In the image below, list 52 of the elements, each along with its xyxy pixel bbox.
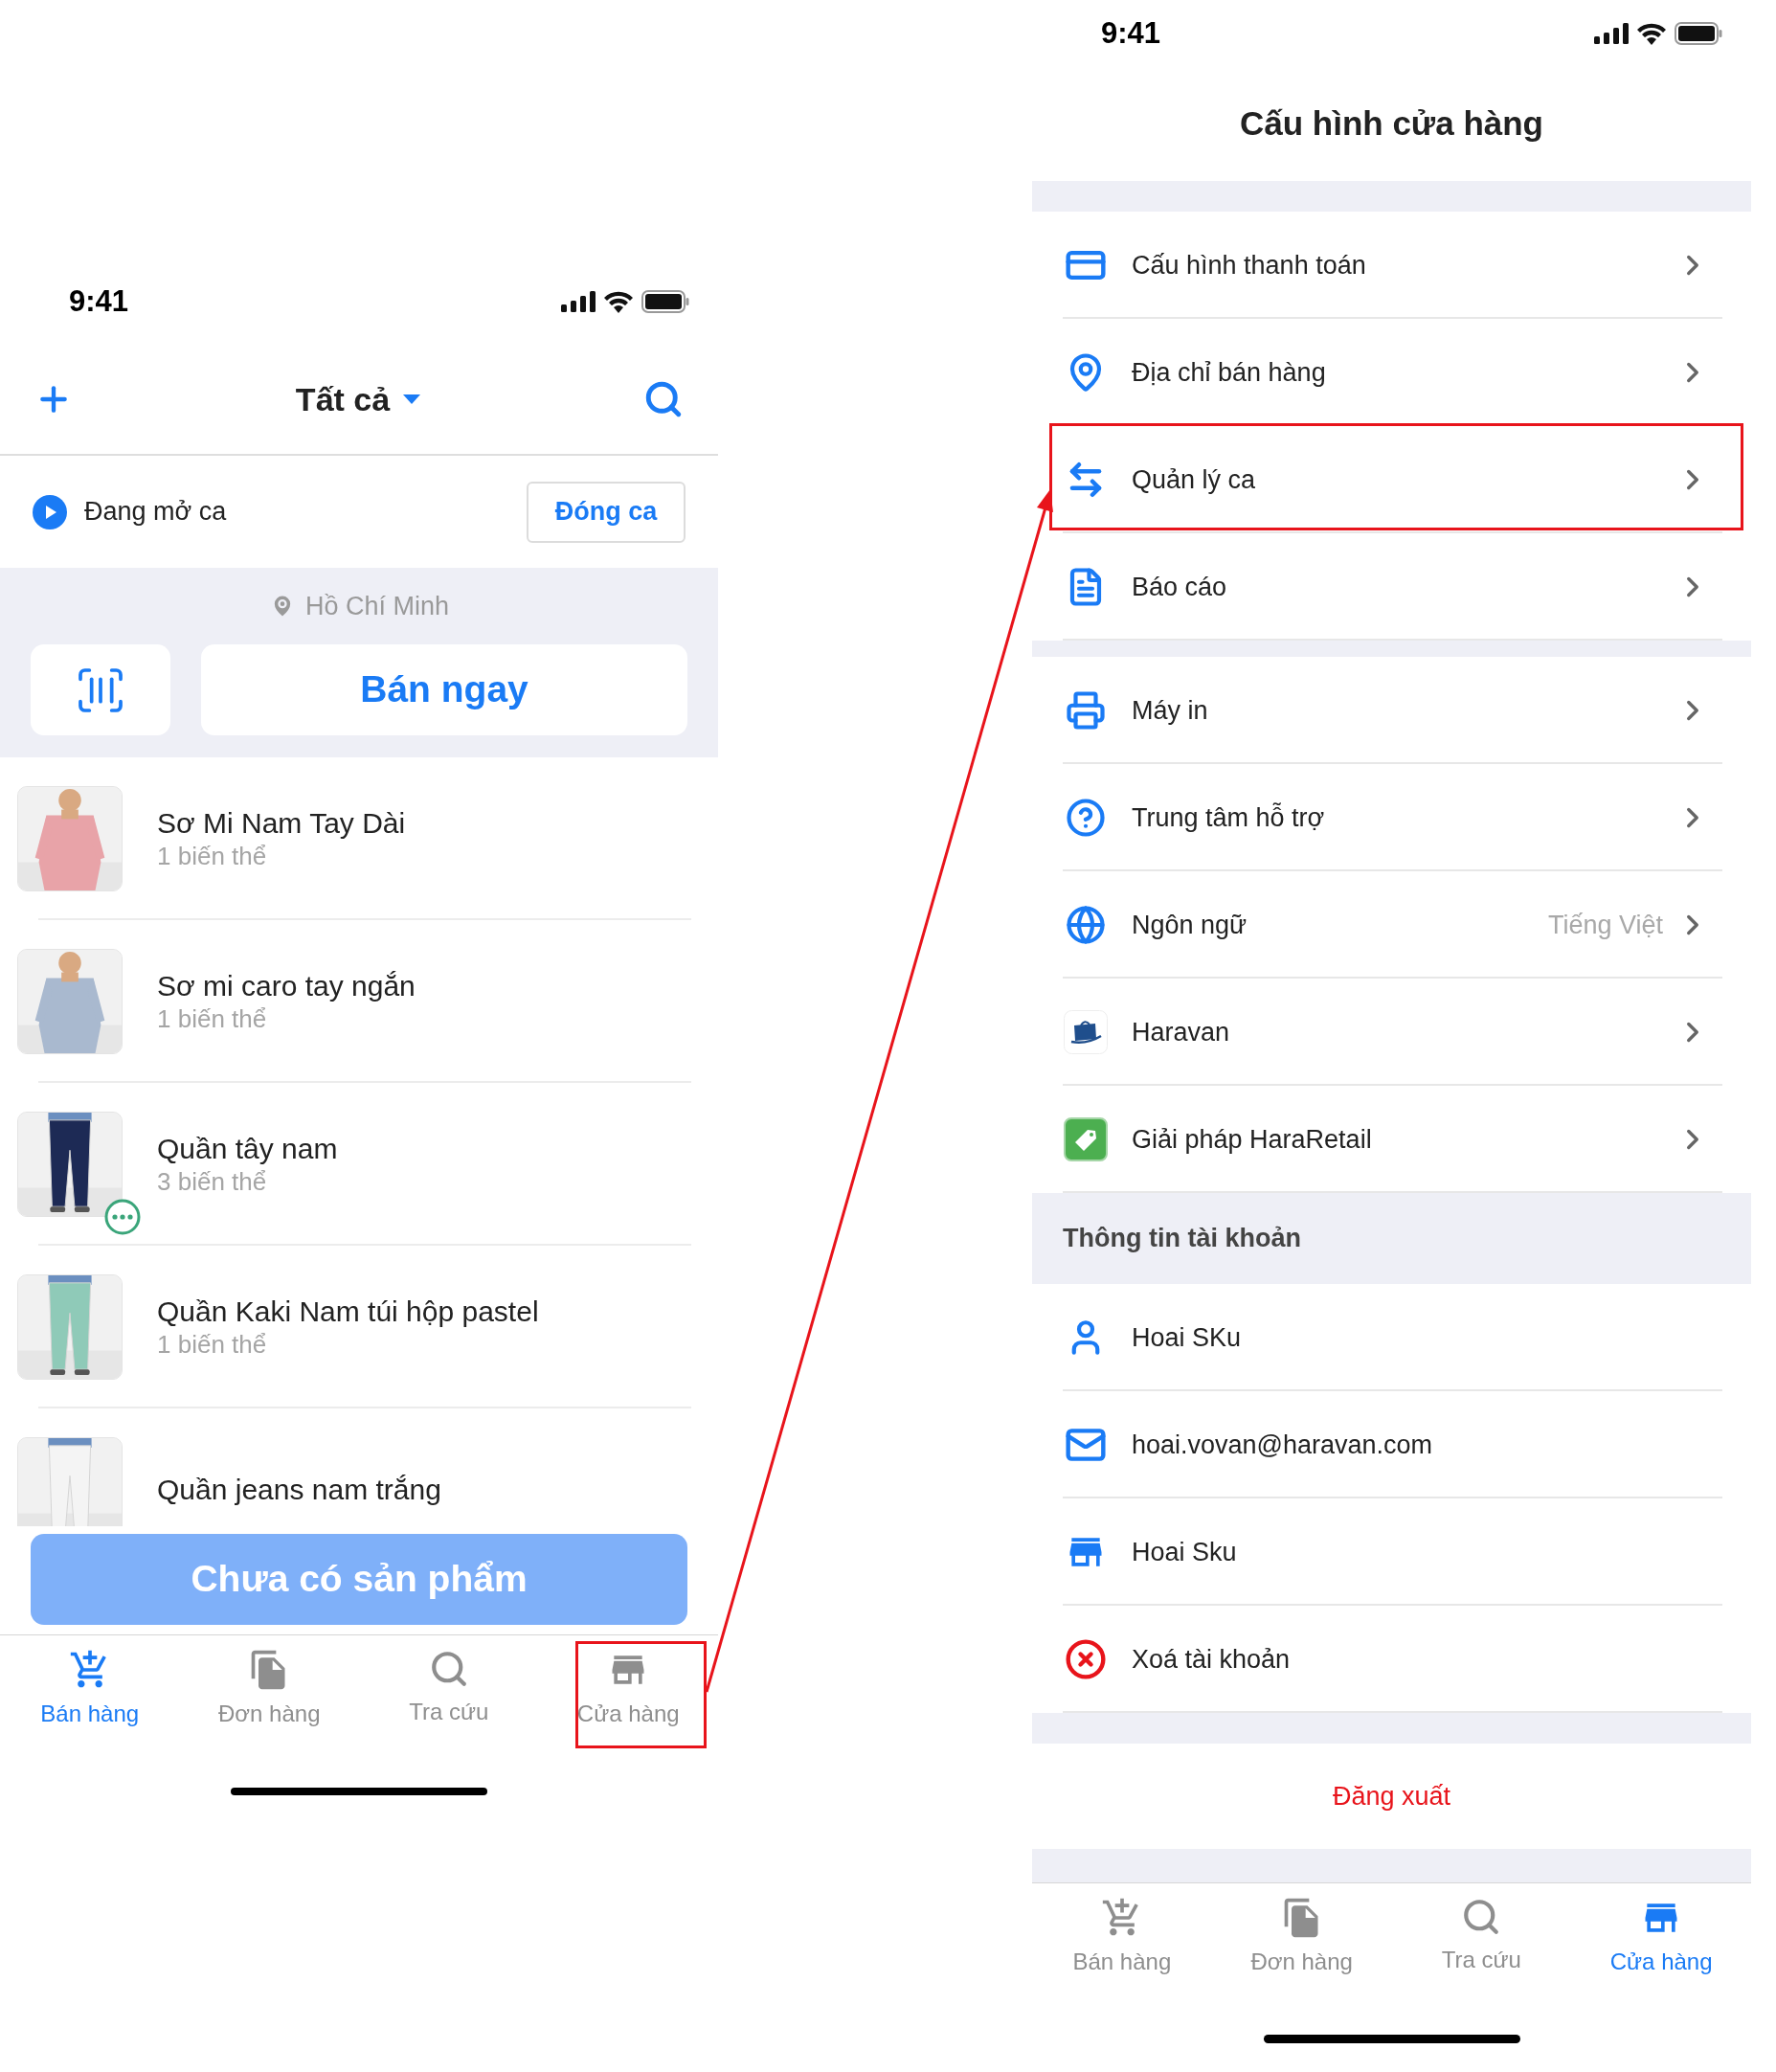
wifi-icon	[1636, 22, 1667, 45]
sell-now-button[interactable]: Bán ngay	[201, 644, 687, 735]
shopping-bag-logo-icon	[1064, 1010, 1108, 1054]
logout-button[interactable]: Đăng xuất	[1332, 1776, 1451, 1816]
settings-label[interactable]: Haravan	[1132, 1012, 1230, 1052]
settings-label[interactable]: Máy in	[1132, 690, 1208, 731]
settings-label[interactable]: Xoá tài khoản	[1132, 1639, 1291, 1679]
settings-label[interactable]: Địa chỉ bán hàng	[1132, 352, 1326, 393]
product-name: Quần tây nam	[157, 1132, 338, 1166]
status-time: 9:41	[1101, 14, 1161, 52]
close-shift-button[interactable]: Đóng ca	[527, 481, 686, 543]
tab-bar-item[interactable]: Cửa hàng	[1571, 1883, 1751, 2008]
variant-count: 1 biến thể	[157, 1003, 268, 1034]
variant-count: 1 biến thể	[157, 1329, 268, 1360]
product-name: Quần Kaki Nam túi hộp pastel	[157, 1295, 539, 1329]
settings-label[interactable]: hoai.vovan@haravan.com	[1132, 1425, 1433, 1465]
location-label: Hồ Chí Minh	[304, 590, 450, 622]
tab-bar-item[interactable]: Bán hàng	[0, 1635, 180, 1758]
delete-icon	[1065, 1638, 1107, 1680]
product-name: Quần jeans nam trắng	[157, 1473, 441, 1507]
settings-label[interactable]: Báo cáo	[1132, 567, 1227, 607]
barcode-button[interactable]	[31, 644, 170, 735]
globe-icon	[1066, 905, 1106, 945]
status-time: 9:41	[69, 282, 129, 320]
product-name: Sơ Mi Nam Tay Dài	[157, 806, 406, 841]
help-icon	[1066, 798, 1106, 838]
play-icon	[33, 494, 67, 529]
search-icon[interactable]	[643, 379, 684, 419]
caret-icon	[403, 394, 421, 404]
page-title: Cấu hình cửa hàng	[1239, 103, 1543, 145]
printer-icon	[1066, 690, 1106, 731]
variant-count: 1 biến thể	[157, 841, 268, 871]
settings-value: Tiếng Việt	[1547, 909, 1663, 941]
signal-icon	[561, 291, 596, 312]
battery-icon	[1675, 22, 1722, 45]
settings-label[interactable]: Quản lý ca	[1132, 460, 1256, 500]
settings-label[interactable]: Hoai Sku	[1132, 1532, 1237, 1572]
settings-label[interactable]: Trung tâm hỗ trợ	[1132, 798, 1325, 838]
settings-label[interactable]: Cấu hình thanh toán	[1132, 245, 1366, 285]
settings-label[interactable]: Giải pháp HaraRetail	[1132, 1119, 1372, 1160]
battery-icon	[641, 290, 689, 313]
wifi-icon	[603, 290, 634, 313]
signal-icon	[1594, 23, 1629, 44]
section-heading: Thông tin tài khoản	[1063, 1223, 1301, 1255]
tag-logo-icon	[1064, 1117, 1108, 1161]
variant-count: 3 biến thể	[157, 1166, 268, 1197]
more-dots-icon	[103, 1198, 142, 1236]
settings-label[interactable]: Ngôn ngữ	[1132, 905, 1248, 945]
filter-dropdown[interactable]: Tất cả	[295, 374, 421, 424]
product-name: Sơ mi caro tay ngắn	[157, 969, 416, 1003]
shift-status: Đang mở ca	[84, 496, 227, 529]
settings-label[interactable]: Hoai SKu	[1132, 1318, 1242, 1358]
